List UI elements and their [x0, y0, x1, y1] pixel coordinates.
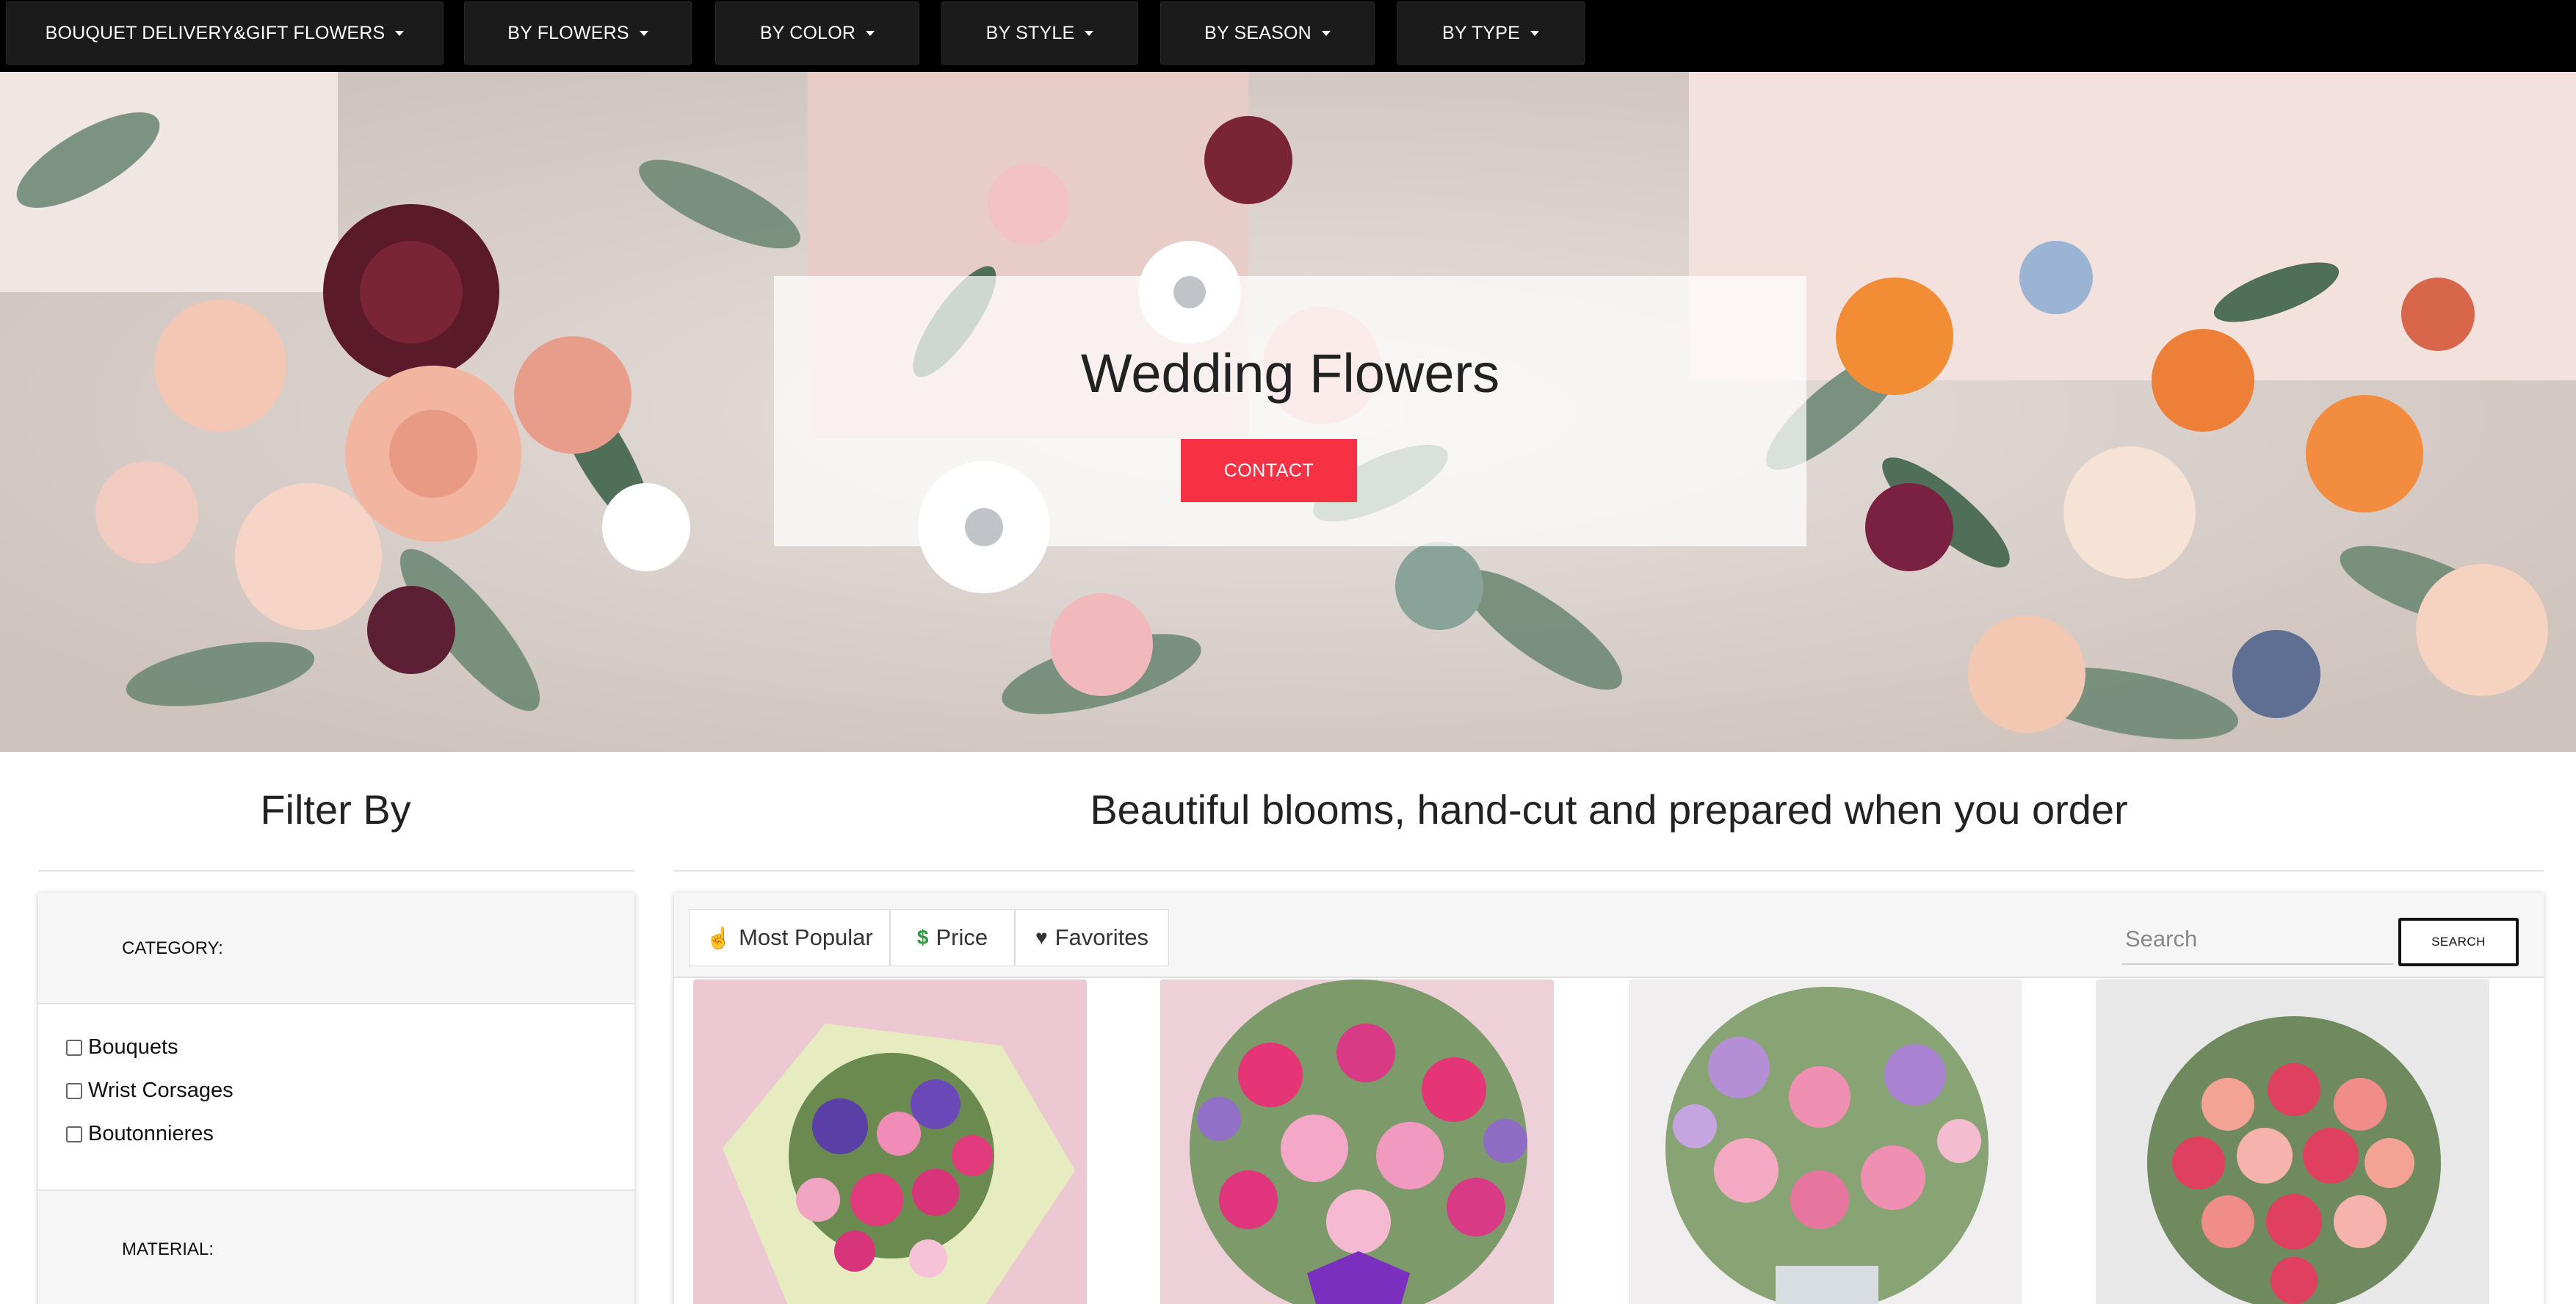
material-label: MATERIAL: — [122, 1239, 214, 1259]
products-divider — [674, 870, 2544, 872]
top-nav: BOUQUET DELIVERY&GIFT FLOWERS BY FLOWERS… — [0, 0, 2576, 72]
nav-item-label: BOUQUET DELIVERY&GIFT FLOWERS — [45, 22, 386, 43]
filter-option-label: Bouquets — [88, 1035, 178, 1059]
material-header: MATERIAL: — [38, 1189, 634, 1304]
heart-icon: ♥ — [1035, 926, 1048, 949]
nav-item-by-type[interactable]: BY TYPE — [1397, 1, 1585, 65]
nav-item-label: BY COLOR — [759, 22, 856, 43]
sort-tab-label: Price — [936, 924, 988, 950]
sort-tab-label: Favorites — [1054, 924, 1149, 950]
hero-banner: Wedding Flowers CONTACT — [0, 72, 2576, 752]
product-image-bouquet-wrapped — [693, 979, 1087, 1304]
caret-down-icon — [1530, 30, 1540, 36]
hero-title: Wedding Flowers — [1080, 343, 1500, 404]
product-card[interactable] — [693, 979, 1087, 1304]
dollar-icon: $ — [916, 926, 929, 949]
checkbox[interactable] — [66, 1126, 82, 1142]
nav-item-by-flowers[interactable]: BY FLOWERS — [464, 1, 692, 65]
thumbs-up-icon: ☝ — [706, 926, 732, 949]
search-button[interactable]: SEARCH — [2398, 918, 2519, 966]
nav-item-label: BY FLOWERS — [507, 22, 629, 43]
filter-option-label: Wrist Corsages — [88, 1079, 234, 1102]
products-title: Beautiful blooms, hand-cut and prepared … — [1090, 786, 2128, 833]
filter-option-boutonnieres[interactable]: Boutonnieres — [66, 1122, 214, 1146]
caret-down-icon — [866, 30, 875, 36]
checkbox[interactable] — [66, 1082, 82, 1099]
sort-tab-label: Most Popular — [739, 924, 873, 950]
product-card[interactable] — [1629, 979, 2022, 1304]
nav-item-by-season[interactable]: BY SEASON — [1160, 1, 1375, 65]
nav-item-label: BY TYPE — [1441, 22, 1521, 43]
filter-title: Filter By — [260, 786, 411, 833]
sort-price-tab[interactable]: $ Price — [890, 909, 1015, 966]
product-card[interactable] — [1160, 979, 1554, 1304]
category-label: CATEGORY: — [122, 938, 223, 958]
sort-most-popular-tab[interactable]: ☝ Most Popular — [689, 909, 890, 966]
page: BOUQUET DELIVERY&GIFT FLOWERS BY FLOWERS… — [0, 0, 2576, 1304]
filter-option-bouquets[interactable]: Bouquets — [66, 1035, 178, 1060]
product-card[interactable] — [2096, 979, 2489, 1304]
products-panel: ☝ Most Popular $ Price ♥ Favorites SEARC… — [674, 893, 2544, 1304]
hero-overlay-box: Wedding Flowers CONTACT — [774, 276, 1806, 546]
sort-favorites-tab[interactable]: ♥ Favorites — [1015, 909, 1169, 966]
nav-item-label: BY SEASON — [1204, 22, 1311, 43]
nav-item-by-style[interactable]: BY STYLE — [941, 1, 1138, 65]
filter-option-label: Boutonnieres — [88, 1122, 214, 1145]
product-image-bouquet-lavender — [1629, 979, 2022, 1304]
filter-panel: CATEGORY: Bouquets Wrist Corsages Bouton… — [38, 893, 634, 1304]
checkbox[interactable] — [66, 1039, 82, 1056]
caret-down-icon — [395, 30, 405, 36]
nav-item-by-color[interactable]: BY COLOR — [715, 1, 919, 65]
product-image-bouquet-lily-bow — [1160, 979, 1554, 1304]
filter-divider — [38, 870, 634, 872]
category-header: CATEGORY: — [38, 893, 634, 1004]
search-input[interactable] — [2122, 915, 2394, 965]
nav-item-label: BY STYLE — [985, 22, 1075, 43]
contact-button[interactable]: CONTACT — [1181, 439, 1357, 502]
sort-toolbar: ☝ Most Popular $ Price ♥ Favorites SEARC… — [674, 893, 2544, 978]
caret-down-icon — [1321, 30, 1331, 36]
product-image-bouquet-roses — [2096, 979, 2489, 1304]
nav-item-bouquet-delivery[interactable]: BOUQUET DELIVERY&GIFT FLOWERS — [6, 1, 444, 65]
caret-down-icon — [1085, 30, 1094, 36]
caret-down-icon — [639, 30, 648, 36]
filter-option-wrist-corsages[interactable]: Wrist Corsages — [66, 1079, 234, 1103]
